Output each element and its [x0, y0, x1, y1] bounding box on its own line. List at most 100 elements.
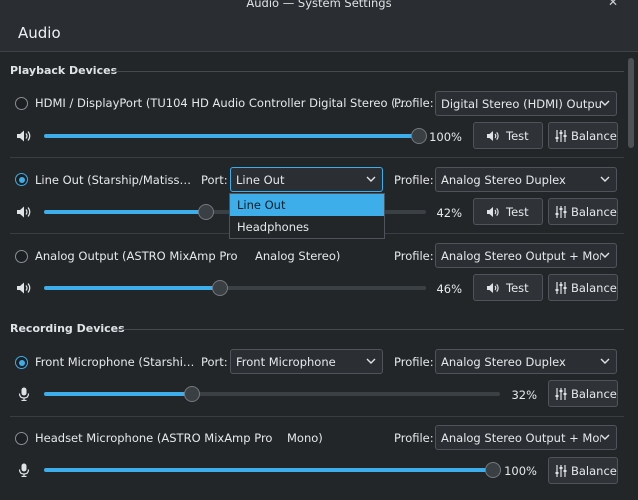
chevron-down-icon — [366, 176, 376, 182]
profile-select-value: Analog Stereo Output + Mono I — [441, 431, 601, 445]
balance-button-astro-output[interactable]: Balance — [548, 274, 618, 301]
device-radio-front-mic[interactable] — [15, 356, 28, 369]
device-name-hdmi: HDMI / DisplayPort (TU104 HD Audio Contr… — [35, 96, 408, 110]
balance-button-label: Balance — [571, 464, 617, 478]
chevron-down-icon — [600, 176, 610, 182]
recording-section-title: Recording Devices — [10, 322, 125, 335]
volume-slider-front-mic[interactable] — [44, 392, 500, 396]
volume-percent-front-mic: 32% — [511, 388, 537, 402]
profile-label: Profile: — [394, 249, 434, 263]
profile-label: Profile: — [394, 96, 434, 110]
device-divider — [10, 416, 624, 417]
chevron-down-icon — [600, 434, 610, 440]
profile-select-astro-output[interactable]: Analog Stereo Output + Mono I — [435, 243, 617, 268]
port-option-headphones[interactable]: Headphones — [230, 216, 384, 238]
device-name-astro-output: Analog Output (ASTRO MixAmp Pro — [35, 249, 238, 263]
test-button-label: Test — [506, 129, 529, 143]
volume-fill — [44, 286, 221, 290]
volume-slider-hdmi[interactable] — [44, 134, 426, 138]
microphone-icon[interactable] — [16, 463, 32, 477]
profile-select-value: Analog Stereo Duplex — [441, 355, 566, 369]
balance-button-front-mic[interactable]: Balance — [548, 380, 618, 407]
scrollbar-thumb[interactable] — [628, 58, 634, 148]
profile-select-headset-mic[interactable]: Analog Stereo Output + Mono I — [435, 425, 617, 450]
sliders-icon — [555, 206, 567, 218]
test-button-label: Test — [506, 205, 529, 219]
microphone-icon[interactable] — [16, 387, 32, 401]
device-name-line-out: Line Out (Starship/Matiss… — [35, 173, 192, 187]
sliders-icon — [555, 465, 567, 477]
page-title: Audio — [18, 24, 61, 42]
volume-percent-headset-mic: 100% — [504, 464, 537, 478]
test-button-label: Test — [506, 281, 529, 295]
balance-button-label: Balance — [571, 387, 617, 401]
profile-select-hdmi[interactable]: Digital Stereo (HDMI) Output — [435, 91, 617, 116]
device-radio-headset-mic[interactable] — [15, 432, 28, 445]
title-bar: Audio — System Settings ˅ ✕ — [0, 0, 638, 14]
close-button[interactable]: ✕ — [608, 0, 618, 9]
port-select-value: Line Out — [236, 173, 285, 187]
speaker-icon[interactable] — [16, 205, 32, 219]
chevron-down-icon — [600, 358, 610, 364]
profile-select-line-out[interactable]: Analog Stereo Duplex — [435, 167, 617, 192]
speaker-icon[interactable] — [16, 129, 32, 143]
port-select-line-out[interactable]: Line Out — [230, 167, 383, 192]
profile-select-front-mic[interactable]: Analog Stereo Duplex — [435, 349, 617, 374]
volume-fill — [44, 468, 493, 472]
chevron-down-icon — [366, 358, 376, 364]
volume-fill — [44, 134, 419, 138]
minimize-button[interactable]: ˅ — [583, 0, 589, 9]
balance-button-label: Balance — [571, 281, 617, 295]
chevron-down-icon — [600, 252, 610, 258]
device-name-front-mic: Front Microphone (Starshi… — [35, 355, 195, 369]
playback-section-title: Playback Devices — [10, 64, 118, 77]
profile-label: Profile: — [394, 355, 434, 369]
port-option-line-out[interactable]: Line Out — [230, 194, 384, 216]
device-divider — [10, 157, 624, 158]
speaker-icon — [487, 283, 499, 293]
sliders-icon — [555, 130, 567, 142]
device-name-astro-output-suffix: Analog Stereo) — [255, 249, 341, 263]
test-button-line-out[interactable]: Test — [473, 198, 543, 225]
port-select-front-mic[interactable]: Front Microphone — [230, 349, 383, 374]
balance-button-label: Balance — [571, 129, 617, 143]
device-radio-line-out[interactable] — [15, 173, 28, 186]
page-header: Audio — [0, 14, 638, 52]
balance-button-headset-mic[interactable]: Balance — [548, 457, 618, 484]
port-label: Port: — [201, 355, 228, 369]
profile-label: Profile: — [394, 173, 434, 187]
profile-label: Profile: — [394, 431, 434, 445]
volume-slider-headset-mic[interactable] — [44, 468, 500, 472]
volume-fill — [44, 392, 193, 396]
volume-slider-astro-output[interactable] — [44, 286, 426, 290]
profile-select-value: Digital Stereo (HDMI) Output — [441, 97, 601, 111]
speaker-icon[interactable] — [16, 281, 32, 295]
volume-fill — [44, 210, 206, 214]
device-name-headset-mic: Headset Microphone (ASTRO MixAmp Pro — [35, 431, 273, 445]
balance-button-label: Balance — [571, 205, 617, 219]
port-label: Port: — [201, 173, 228, 187]
section-separator — [112, 71, 624, 72]
volume-percent-astro-output: 46% — [436, 282, 462, 296]
chevron-down-icon — [600, 100, 610, 106]
volume-percent-line-out: 42% — [436, 206, 462, 220]
device-radio-hdmi[interactable] — [15, 97, 28, 110]
port-select-value: Front Microphone — [236, 355, 336, 369]
speaker-icon — [487, 207, 499, 217]
scrollbar[interactable] — [624, 52, 638, 500]
device-name-headset-mic-suffix: Mono) — [287, 431, 323, 445]
volume-percent-hdmi: 100% — [429, 130, 462, 144]
speaker-icon — [487, 131, 499, 141]
section-separator — [118, 329, 624, 330]
port-dropdown-popup: Line Out Headphones — [229, 193, 385, 239]
volume-handle-line-out[interactable] — [197, 204, 214, 220]
balance-button-line-out[interactable]: Balance — [548, 198, 618, 225]
balance-button-hdmi[interactable]: Balance — [548, 122, 618, 149]
profile-select-value: Analog Stereo Output + Mono I — [441, 249, 601, 263]
sliders-icon — [555, 388, 567, 400]
test-button-astro-output[interactable]: Test — [473, 274, 543, 301]
sliders-icon — [555, 282, 567, 294]
window-title: Audio — System Settings — [246, 0, 392, 10]
device-radio-astro-output[interactable] — [15, 250, 28, 263]
test-button-hdmi[interactable]: Test — [473, 122, 543, 149]
